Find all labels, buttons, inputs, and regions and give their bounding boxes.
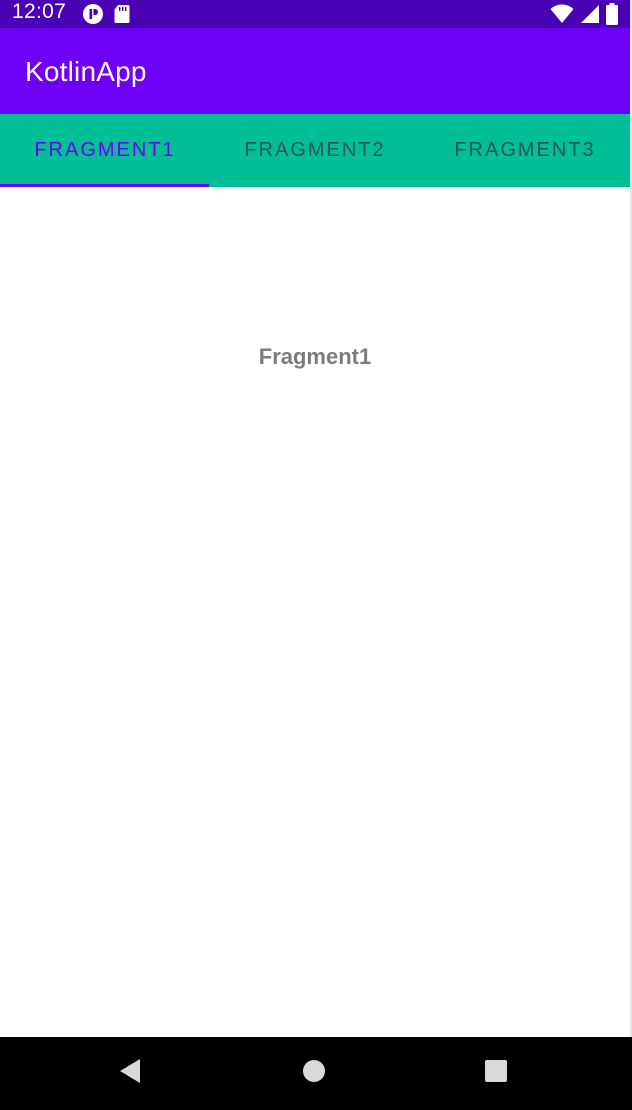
- wifi-icon: [550, 4, 574, 24]
- status-left-icons: [82, 0, 130, 28]
- app-notification-icon: [82, 3, 104, 25]
- recents-icon: [484, 1059, 508, 1088]
- nav-back-button[interactable]: [100, 1037, 160, 1110]
- sd-card-icon: [114, 4, 130, 24]
- back-icon: [118, 1058, 142, 1089]
- phone-screen: 12:07 KotlinApp FRAGMENT1 FRAGMENT2 FRAG…: [0, 0, 632, 1110]
- tab-fragment2[interactable]: FRAGMENT2: [210, 114, 420, 187]
- nav-home-button[interactable]: [284, 1037, 344, 1110]
- signal-icon: [580, 4, 600, 24]
- tab-bar: FRAGMENT1 FRAGMENT2 FRAGMENT3: [0, 114, 630, 187]
- fragment-content: Fragment1: [0, 187, 630, 1037]
- tab-label: FRAGMENT3: [454, 139, 596, 161]
- nav-recents-button[interactable]: [466, 1037, 526, 1110]
- status-bar: 12:07: [0, 0, 630, 28]
- tab-label: FRAGMENT1: [34, 139, 176, 161]
- tab-fragment1[interactable]: FRAGMENT1: [0, 114, 210, 187]
- fragment-text: Fragment1: [258, 344, 372, 369]
- tab-label: FRAGMENT2: [244, 139, 386, 161]
- app-title: KotlinApp: [25, 56, 147, 87]
- status-time: 12:07: [12, 0, 67, 23]
- battery-icon: [606, 3, 618, 25]
- status-right-icons: [550, 0, 618, 28]
- tab-fragment3[interactable]: FRAGMENT3: [420, 114, 630, 187]
- navigation-bar: [0, 1037, 632, 1110]
- app-bar: KotlinApp: [0, 28, 630, 114]
- home-icon: [302, 1059, 326, 1088]
